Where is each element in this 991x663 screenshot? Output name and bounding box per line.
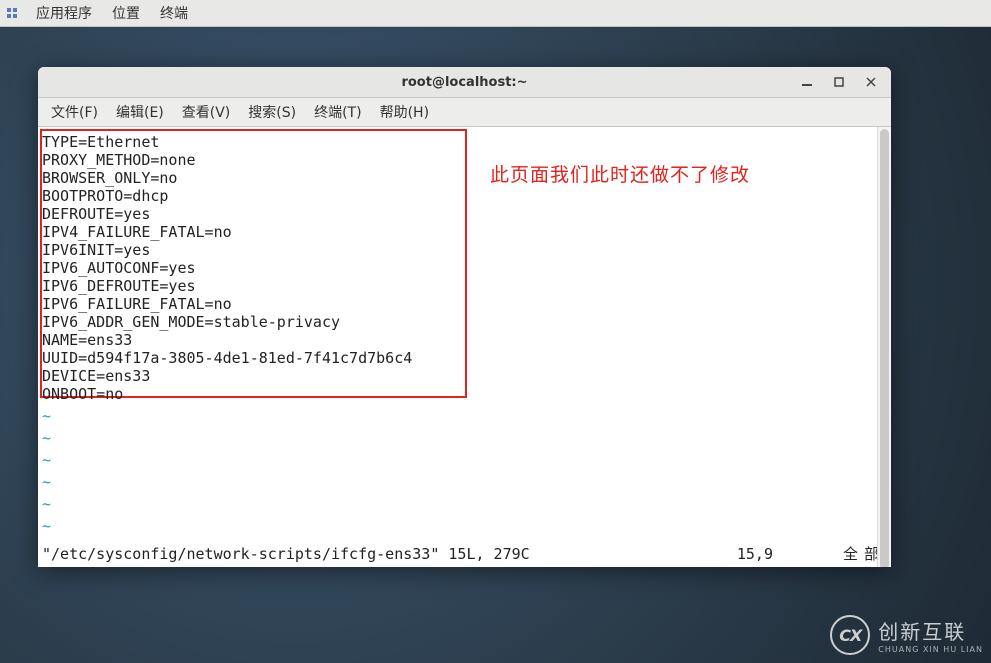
status-file: "/etc/sysconfig/network-scripts/ifcfg-en… <box>42 545 530 563</box>
watermark-icon: CX <box>830 615 870 655</box>
terminal-menubar: 文件(F) 编辑(E) 查看(V) 搜索(S) 终端(T) 帮助(H) <box>38 98 891 127</box>
watermark-text-en: CHUANG XIN HU LIAN <box>878 645 983 654</box>
vim-tildes: ~ ~ ~ ~ ~ ~ <box>42 405 51 537</box>
file-text: TYPE=Ethernet PROXY_METHOD=none BROWSER_… <box>42 133 412 403</box>
desktop-menubar: 应用程序 位置 终端 <box>0 0 991 27</box>
maximize-button[interactable] <box>823 68 855 96</box>
activities-icon <box>4 5 20 21</box>
desktop-menu-terminal[interactable]: 终端 <box>150 0 198 27</box>
menu-search[interactable]: 搜索(S) <box>239 98 305 126</box>
desktop-menu-places[interactable]: 位置 <box>102 0 150 27</box>
menu-view[interactable]: 查看(V) <box>173 98 240 126</box>
window-titlebar[interactable]: root@localhost:~ <box>38 67 891 98</box>
vim-status-line: "/etc/sysconfig/network-scripts/ifcfg-en… <box>42 545 887 563</box>
desktop-menu-applications[interactable]: 应用程序 <box>26 0 102 27</box>
annotation-text: 此页面我们此时还做不了修改 <box>490 167 750 185</box>
menu-edit[interactable]: 编辑(E) <box>107 98 173 126</box>
menu-file[interactable]: 文件(F) <box>42 98 107 126</box>
menu-help[interactable]: 帮助(H) <box>371 98 438 126</box>
close-button[interactable] <box>855 68 887 96</box>
terminal-window: root@localhost:~ 文件(F) 编辑(E) 查看(V) 搜索(S)… <box>38 67 891 567</box>
terminal-content[interactable]: TYPE=Ethernet PROXY_METHOD=none BROWSER_… <box>38 127 891 567</box>
window-title: root@localhost:~ <box>401 75 527 90</box>
scrollbar-thumb[interactable] <box>880 129 889 567</box>
watermark-logo: CX 创新互联 CHUANG XIN HU LIAN <box>830 615 983 655</box>
window-controls <box>791 67 887 97</box>
terminal-scrollbar[interactable] <box>877 127 891 567</box>
menu-terminal[interactable]: 终端(T) <box>305 98 370 126</box>
desktop-background: root@localhost:~ 文件(F) 编辑(E) 查看(V) 搜索(S)… <box>0 27 991 663</box>
minimize-button[interactable] <box>791 68 823 96</box>
watermark-text-cn: 创新互联 <box>878 616 983 645</box>
status-cursor-pos: 15,9 <box>737 545 773 563</box>
